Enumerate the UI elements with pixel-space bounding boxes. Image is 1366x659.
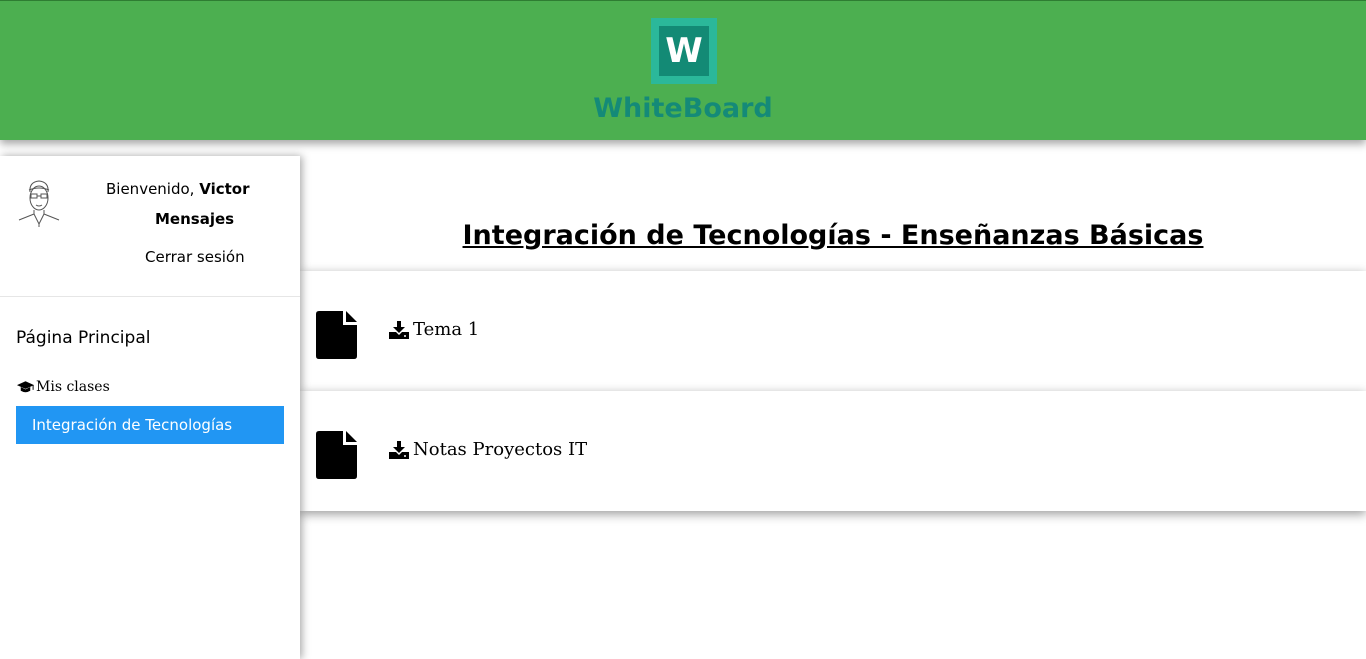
sidebar-divider xyxy=(0,296,300,297)
logo-letter: W xyxy=(665,31,703,71)
file-card: Tema 1 xyxy=(300,271,1366,391)
home-link[interactable]: Página Principal xyxy=(16,328,150,348)
user-name: Victor xyxy=(199,180,250,198)
download-icon xyxy=(389,320,409,339)
header: W WhiteBoard xyxy=(0,0,1366,140)
welcome-text: Bienvenido, Victor xyxy=(106,180,250,198)
download-icon xyxy=(389,440,409,459)
file-name: Tema 1 xyxy=(413,319,480,340)
file-card: Notas Proyectos IT xyxy=(300,391,1366,511)
sidebar: Bienvenido, Victor Mensajes Cerrar sesió… xyxy=(0,156,300,659)
file-download-link[interactable]: Notas Proyectos IT xyxy=(389,439,587,460)
page-title: Integración de Tecnologías - Enseñanzas … xyxy=(462,220,1204,251)
messages-link[interactable]: Mensajes xyxy=(155,210,234,228)
file-icon xyxy=(316,311,357,359)
my-classes-heading: Mis clases xyxy=(16,379,110,395)
logo-inner: W xyxy=(659,26,709,76)
avatar xyxy=(18,180,60,227)
greeting: Bienvenido, xyxy=(106,180,195,198)
sidebar-item-class[interactable]: Integración de Tecnologías xyxy=(16,406,284,444)
graduation-cap-icon xyxy=(16,381,35,393)
file-download-link[interactable]: Tema 1 xyxy=(389,319,479,340)
my-classes-label: Mis clases xyxy=(36,379,110,395)
whiteboard-logo[interactable]: W xyxy=(651,18,717,84)
file-icon xyxy=(316,431,357,479)
logout-link[interactable]: Cerrar sesión xyxy=(145,248,245,266)
file-name: Notas Proyectos IT xyxy=(413,439,588,460)
brand-name[interactable]: WhiteBoard xyxy=(583,93,783,124)
